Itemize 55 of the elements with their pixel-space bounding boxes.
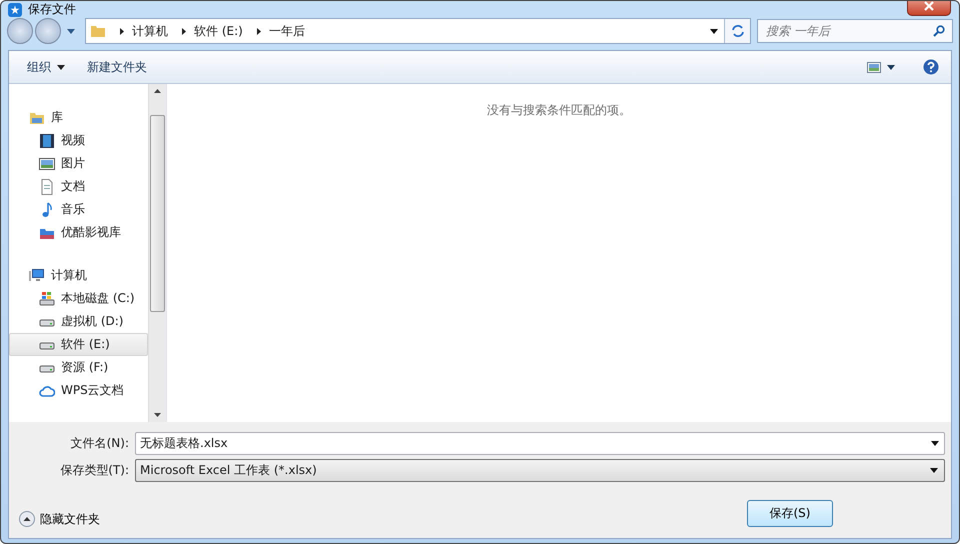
folder-icon [90, 24, 106, 38]
chevron-icon[interactable] [256, 28, 261, 34]
scroll-down-icon[interactable] [154, 413, 161, 417]
refresh-button[interactable] [724, 19, 750, 43]
document-icon [39, 178, 55, 194]
sidebar-item[interactable]: 软件 (E:) [9, 333, 148, 356]
search-field[interactable]: 搜索 一年后 [757, 19, 953, 43]
scroll-up-icon[interactable] [154, 89, 161, 93]
sidebar-header[interactable]: 计算机 [9, 264, 148, 287]
close-button[interactable] [907, 1, 951, 16]
sidebar-item[interactable]: 本地磁盘 (C:) [9, 287, 148, 310]
sidebar-item[interactable]: 虚拟机 (D:) [9, 310, 148, 333]
sidebar-item[interactable]: 图片 [9, 152, 148, 175]
field-label: 文件名(N): [70, 435, 129, 452]
drive-icon [39, 290, 55, 306]
film-icon [39, 132, 55, 148]
address-bar[interactable]: 计算机 软件 (E:) 一年后 [85, 18, 751, 44]
hide-folders-button[interactable]: 隐藏文件夹 [19, 510, 100, 528]
field-label: 保存类型(T): [59, 462, 129, 479]
caret-icon [57, 64, 65, 70]
sidebar-item[interactable]: 视频 [9, 129, 148, 152]
file-type-dropdown[interactable]: Microsoft Excel 工作表 (*.xlsx) [135, 459, 945, 482]
sidebar-item[interactable]: 音乐 [9, 198, 148, 221]
help-button[interactable] [921, 59, 941, 75]
chevron-icon[interactable] [120, 28, 124, 34]
breadcrumb[interactable]: 一年后 [268, 22, 305, 40]
empty-message: 没有与搜索条件匹配的项。 [487, 102, 631, 119]
search-icon[interactable] [933, 25, 945, 37]
breadcrumb[interactable]: 计算机 [132, 22, 168, 40]
breadcrumb[interactable]: 软件 (E:) [194, 22, 243, 40]
organize-button[interactable]: 组织 [19, 54, 73, 80]
app-icon [8, 2, 22, 16]
sidebar-item[interactable]: WPS云文档 [9, 379, 148, 402]
refresh-icon [730, 24, 744, 38]
computer-icon [29, 268, 45, 284]
caret-icon [887, 64, 895, 70]
sidebar-item[interactable]: 优酷影视库 [9, 221, 148, 244]
back-forward-button[interactable] [7, 18, 61, 44]
sidebar-item[interactable]: 文档 [9, 175, 148, 198]
sidebar-item[interactable]: 资源 (F:) [9, 356, 148, 379]
sidebar-header[interactable]: 库 [9, 106, 148, 129]
chevron-icon[interactable] [182, 28, 186, 34]
new-folder-button[interactable]: 新建文件夹 [79, 54, 155, 80]
close-icon [924, 1, 934, 10]
view-icon [867, 62, 881, 72]
picture-icon [39, 156, 55, 172]
caret-icon[interactable] [710, 28, 718, 34]
save-button[interactable]: 保存(S) [747, 500, 833, 526]
caret-icon [930, 468, 938, 473]
window-title: 保存文件 [28, 1, 76, 18]
caret-icon[interactable] [931, 441, 939, 446]
help-icon [923, 59, 939, 75]
filename-field[interactable]: 无标题表格.xlsx [135, 432, 945, 455]
collapse-icon [19, 511, 35, 527]
scrollbar[interactable] [148, 84, 166, 422]
